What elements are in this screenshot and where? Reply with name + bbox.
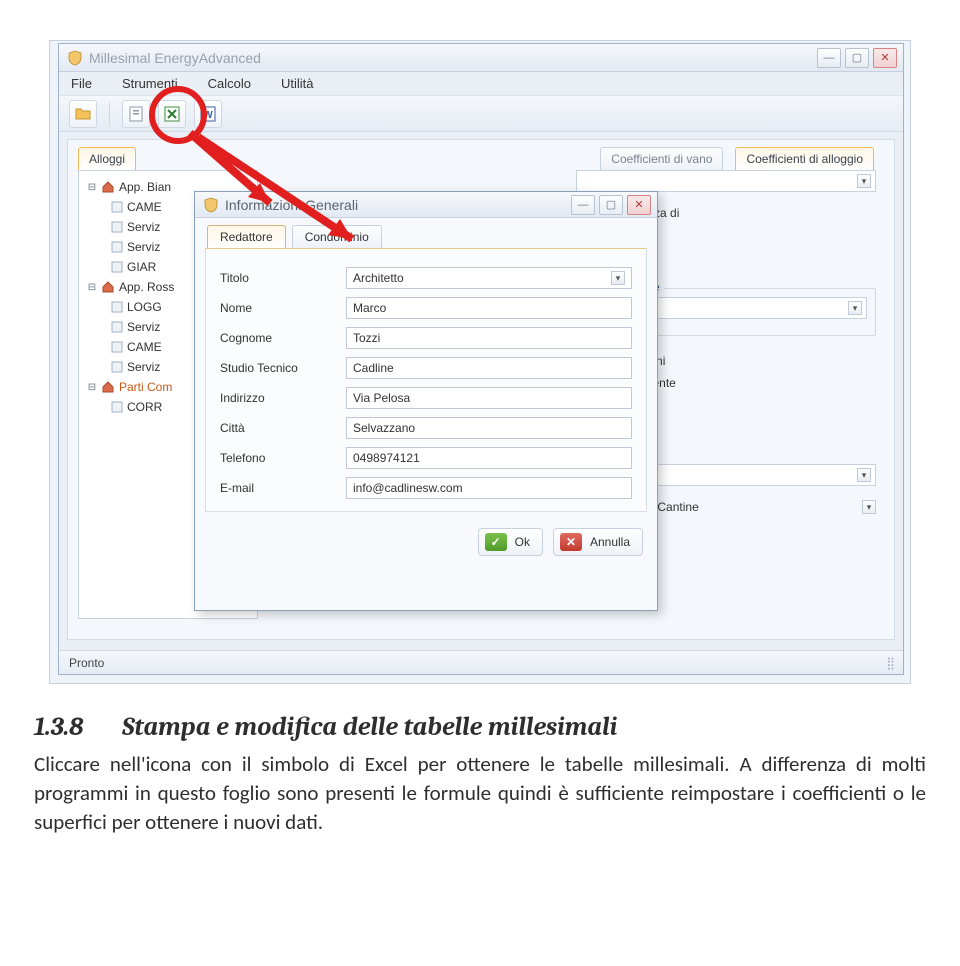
collapse-icon[interactable]: ⊟ [87, 182, 97, 193]
app-title: Millesimal EnergyAdvanced [89, 50, 261, 66]
check-icon: ✓ [485, 533, 507, 551]
dialog-title: Informazioni Generali [225, 197, 358, 213]
field-label: Studio Tecnico [220, 361, 336, 375]
cancel-button[interactable]: ✕ Annulla [553, 528, 643, 556]
indirizzo-input[interactable]: Via Pelosa [346, 387, 632, 409]
combo-field[interactable]: ▾ [576, 170, 876, 192]
field-label: Cognome [220, 331, 336, 345]
dialog-body: Titolo Architetto ▾ Nome Marco Cognome T… [205, 248, 647, 512]
field-label: Telefono [220, 451, 336, 465]
field-label: E-mail [220, 481, 336, 495]
toolbar: W [59, 96, 903, 132]
collapse-icon[interactable]: ⊟ [87, 282, 97, 293]
menubar: File Strumenti Calcolo Utilità [59, 72, 903, 96]
titolo-combo[interactable]: Architetto ▾ [346, 267, 632, 289]
dialog-minimize-button[interactable]: — [571, 195, 595, 215]
main-titlebar: Millesimal EnergyAdvanced — ▢ ✕ [59, 44, 903, 72]
info-icon[interactable] [122, 100, 150, 128]
app-shield-icon [203, 197, 219, 213]
application-screenshot: Millesimal EnergyAdvanced — ▢ ✕ File Str… [49, 40, 911, 684]
telefono-input[interactable]: 0498974121 [346, 447, 632, 469]
section-paragraph: Cliccare nell'icona con il simbolo di Ex… [34, 750, 926, 837]
tab-coeff-vano[interactable]: Coefficienti di vano [600, 147, 723, 170]
minimize-button[interactable]: — [817, 48, 841, 68]
resize-grip-icon[interactable]: ⣿ [886, 656, 893, 670]
ok-button[interactable]: ✓ Ok [478, 528, 543, 556]
excel-icon[interactable] [158, 100, 186, 128]
dialog-tab-redattore[interactable]: Redattore [207, 225, 286, 248]
field-label: Titolo [220, 271, 336, 285]
word-icon[interactable]: W [194, 100, 222, 128]
menu-strumenti[interactable]: Strumenti [122, 76, 178, 91]
collapse-icon[interactable]: ⊟ [87, 382, 97, 393]
tab-coeff-alloggio[interactable]: Coefficienti di alloggio [735, 147, 874, 170]
app-shield-icon [67, 50, 83, 66]
svg-text:W: W [203, 110, 213, 121]
field-label: Città [220, 421, 336, 435]
doc-icon [111, 201, 123, 213]
statusbar: Pronto ⣿ [59, 650, 903, 674]
menu-file[interactable]: File [71, 76, 92, 91]
chevron-down-icon: ▾ [611, 271, 625, 285]
chevron-down-icon: ▾ [857, 468, 871, 482]
menu-calcolo[interactable]: Calcolo [208, 76, 251, 91]
heading-number: 1.3.8 [34, 712, 94, 742]
x-icon: ✕ [560, 533, 582, 551]
studio-input[interactable]: Cadline [346, 357, 632, 379]
dialog-maximize-button[interactable]: ▢ [599, 195, 623, 215]
heading-title: Stampa e modifica delle tabelle millesim… [122, 712, 617, 742]
chevron-down-icon: ▾ [862, 500, 876, 514]
section-heading: 1.3.8 Stampa e modifica delle tabelle mi… [34, 712, 926, 742]
folder-icon[interactable] [69, 100, 97, 128]
chevron-down-icon: ▾ [848, 301, 862, 315]
info-dialog: Informazioni Generali — ▢ ✕ Redattore Co… [194, 191, 658, 611]
maximize-button[interactable]: ▢ [845, 48, 869, 68]
toolbar-separator [109, 102, 110, 126]
dialog-titlebar: Informazioni Generali — ▢ ✕ [195, 192, 657, 218]
citta-input[interactable]: Selvazzano [346, 417, 632, 439]
cognome-input[interactable]: Tozzi [346, 327, 632, 349]
email-input[interactable]: info@cadlinesw.com [346, 477, 632, 499]
dialog-tab-condominio[interactable]: Condominio [292, 225, 382, 248]
chevron-down-icon: ▾ [857, 174, 871, 188]
field-label: Indirizzo [220, 391, 336, 405]
status-text: Pronto [69, 656, 104, 670]
house-icon [101, 180, 115, 194]
close-button[interactable]: ✕ [873, 48, 897, 68]
dialog-close-button[interactable]: ✕ [627, 195, 651, 215]
tab-alloggi[interactable]: Alloggi [78, 147, 136, 170]
nome-input[interactable]: Marco [346, 297, 632, 319]
menu-utilita[interactable]: Utilità [281, 76, 314, 91]
field-label: Nome [220, 301, 336, 315]
